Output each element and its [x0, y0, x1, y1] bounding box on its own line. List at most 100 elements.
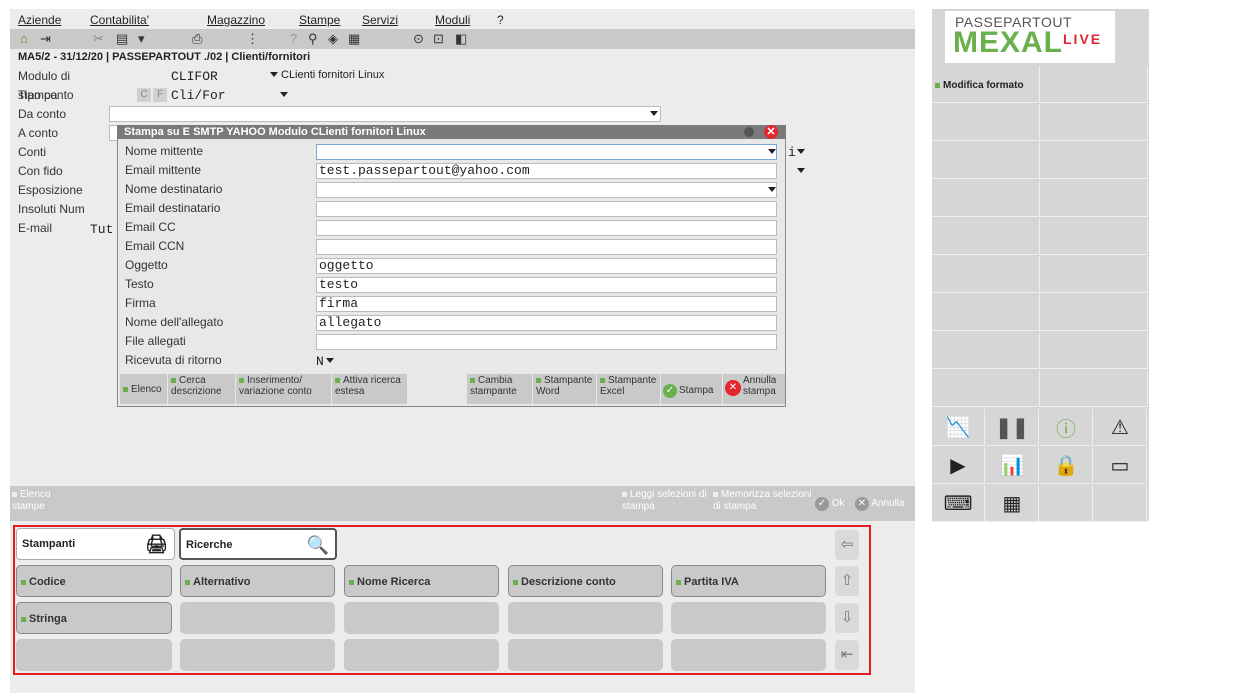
tipo-c-toggle[interactable]: C — [137, 88, 151, 102]
elenco-stampe-button[interactable]: Elenco stampe — [12, 489, 57, 513]
right-slot-18[interactable] — [1040, 485, 1093, 522]
da-conto-dropdown-icon[interactable] — [650, 111, 658, 116]
right-slot-15[interactable] — [1040, 332, 1148, 369]
arrow-left-icon[interactable]: ⇦ — [835, 530, 859, 560]
exit-icon[interactable]: ⇥ — [40, 31, 51, 47]
right-slot-3[interactable] — [1040, 104, 1148, 141]
nome-destinatario-dropdown-icon[interactable] — [768, 187, 776, 192]
right-slot-2[interactable] — [932, 104, 1040, 141]
ricevuta-field[interactable]: N — [316, 354, 324, 369]
tipo-f-toggle[interactable]: F — [153, 88, 167, 102]
right-slot-16[interactable] — [932, 370, 1040, 407]
right-slot-14[interactable] — [932, 332, 1040, 369]
file-allegati-field[interactable] — [316, 334, 777, 350]
cerca-descrizione-button[interactable]: Cerca descrizione — [168, 374, 235, 404]
email-cc-field[interactable] — [316, 220, 777, 236]
info-icon[interactable]: ⓘ — [1040, 409, 1093, 446]
print-icon[interactable]: ⎙ — [192, 31, 202, 47]
stats-warning-icon[interactable]: 📊 — [986, 447, 1039, 484]
partita-iva-button[interactable]: Partita IVA — [671, 565, 826, 597]
nome-destinatario-field[interactable] — [316, 182, 777, 198]
right-slot-13[interactable] — [1040, 294, 1148, 331]
cut-icon[interactable]: ✂ — [93, 31, 104, 47]
keyboard-icon[interactable]: ⌨ — [932, 485, 985, 522]
descrizione-conto-button[interactable]: Descrizione conto — [508, 565, 663, 597]
paste-icon[interactable]: ▾ — [138, 31, 145, 47]
window-icon[interactable]: ◧ — [455, 31, 467, 47]
tab-stampanti[interactable]: Stampanti 🖨 — [16, 528, 175, 560]
tipo-dropdown-icon[interactable] — [280, 92, 288, 97]
tipo-conto-field[interactable]: Cli/For — [171, 88, 226, 103]
first-page-icon[interactable]: ⇤ — [835, 640, 859, 670]
home-icon[interactable]: ⌂ — [20, 31, 28, 46]
email-ccn-field[interactable] — [316, 239, 777, 255]
right-slot-8[interactable] — [932, 218, 1040, 255]
menu-aziende[interactable]: Aziende — [18, 13, 61, 27]
email-destinatario-field[interactable] — [316, 201, 777, 217]
annulla-stampa-button[interactable]: ✕ Annulla stampa — [723, 374, 785, 404]
right-slot-11[interactable] — [1040, 256, 1148, 293]
right-slot-7[interactable] — [1040, 180, 1148, 217]
dialog-minimize-icon[interactable] — [744, 127, 754, 137]
stringa-button[interactable]: Stringa — [16, 602, 172, 634]
help-icon[interactable]: ? — [290, 31, 297, 46]
leggi-selezioni-button[interactable]: Leggi selezioni di stampa — [622, 489, 712, 513]
right-slot-12[interactable] — [932, 294, 1040, 331]
right-slot-1[interactable] — [1040, 66, 1148, 103]
testo-field[interactable]: testo — [316, 277, 777, 293]
email-field[interactable]: Tut — [90, 222, 113, 237]
menu-magazzino[interactable]: Magazzino — [207, 13, 265, 27]
nome-allegato-field[interactable]: allegato — [316, 315, 777, 331]
eraser-icon[interactable]: ◈ — [328, 31, 338, 47]
menu-help[interactable]: ? — [497, 13, 504, 27]
right-slot-5[interactable] — [1040, 142, 1148, 179]
cambia-stampante-button[interactable]: Cambia stampante — [467, 374, 532, 404]
ep-lock-icon[interactable]: 🔒 — [1040, 447, 1093, 484]
modulo-dropdown-icon[interactable] — [270, 72, 278, 77]
da-conto-field[interactable] — [109, 106, 661, 122]
right-slot-9[interactable] — [1040, 218, 1148, 255]
modulo-field[interactable]: CLIFOR — [171, 69, 218, 84]
con-fido-dropdown-icon[interactable] — [797, 168, 805, 173]
modifica-formato-button[interactable]: Modifica formato — [932, 66, 1040, 103]
ricevuta-dropdown-icon[interactable] — [326, 358, 334, 363]
stampa-button[interactable]: ✓ Stampa — [661, 374, 722, 404]
radio-icon[interactable]: ⊙ — [413, 31, 424, 47]
ok-button[interactable]: ✓ Ok — [815, 497, 845, 511]
nome-mittente-field[interactable] — [316, 144, 777, 160]
copy-icon[interactable]: ▤ — [116, 31, 128, 47]
play-icon[interactable]: ▶ — [932, 447, 985, 484]
alternativo-button[interactable]: Alternativo — [180, 565, 335, 597]
grid-icon[interactable]: ▦ — [986, 485, 1039, 522]
right-slot-17[interactable] — [1040, 370, 1148, 407]
arrow-up-icon[interactable]: ⇧ — [835, 566, 859, 596]
menu-stampe[interactable]: Stampe — [299, 13, 340, 27]
nome-mittente-dropdown-icon[interactable] — [768, 149, 776, 154]
right-slot-6[interactable] — [932, 180, 1040, 217]
right-slot-19[interactable] — [1094, 485, 1147, 522]
conti-field[interactable]: i — [788, 145, 796, 160]
menu-servizi[interactable]: Servizi — [362, 13, 398, 27]
card-icon[interactable]: ▭ — [1094, 447, 1147, 484]
codice-button[interactable]: Codice — [16, 565, 172, 597]
elenco-button[interactable]: Elenco — [120, 374, 167, 404]
tab-ricerche[interactable]: Ricerche 🔍 — [179, 528, 337, 560]
screen-icon[interactable]: ⊡ — [433, 31, 444, 47]
dialog-close-icon[interactable]: ✕ — [764, 125, 778, 139]
annulla-button[interactable]: ✕ Annulla — [855, 497, 905, 511]
conti-dropdown-icon[interactable] — [797, 149, 805, 154]
calculator-icon[interactable]: ▦ — [348, 31, 360, 47]
tree-icon[interactable]: ⋮ — [246, 31, 259, 47]
attiva-ricerca-button[interactable]: Attiva ricerca estesa — [332, 374, 407, 404]
firma-field[interactable]: firma — [316, 296, 777, 312]
nome-ricerca-button[interactable]: Nome Ricerca — [344, 565, 499, 597]
search-icon[interactable]: ⚲ — [308, 31, 318, 47]
right-slot-4[interactable] — [932, 142, 1040, 179]
email-mittente-field[interactable]: test.passepartout@yahoo.com — [316, 163, 777, 179]
oggetto-field[interactable]: oggetto — [316, 258, 777, 274]
chart-icon[interactable]: 📉 — [932, 409, 985, 446]
user-warning-icon[interactable]: ⚠ — [1094, 409, 1147, 446]
right-slot-10[interactable] — [932, 256, 1040, 293]
inserimento-button[interactable]: Inserimento/ variazione conto — [236, 374, 331, 404]
stampante-word-button[interactable]: Stampante Word — [533, 374, 596, 404]
